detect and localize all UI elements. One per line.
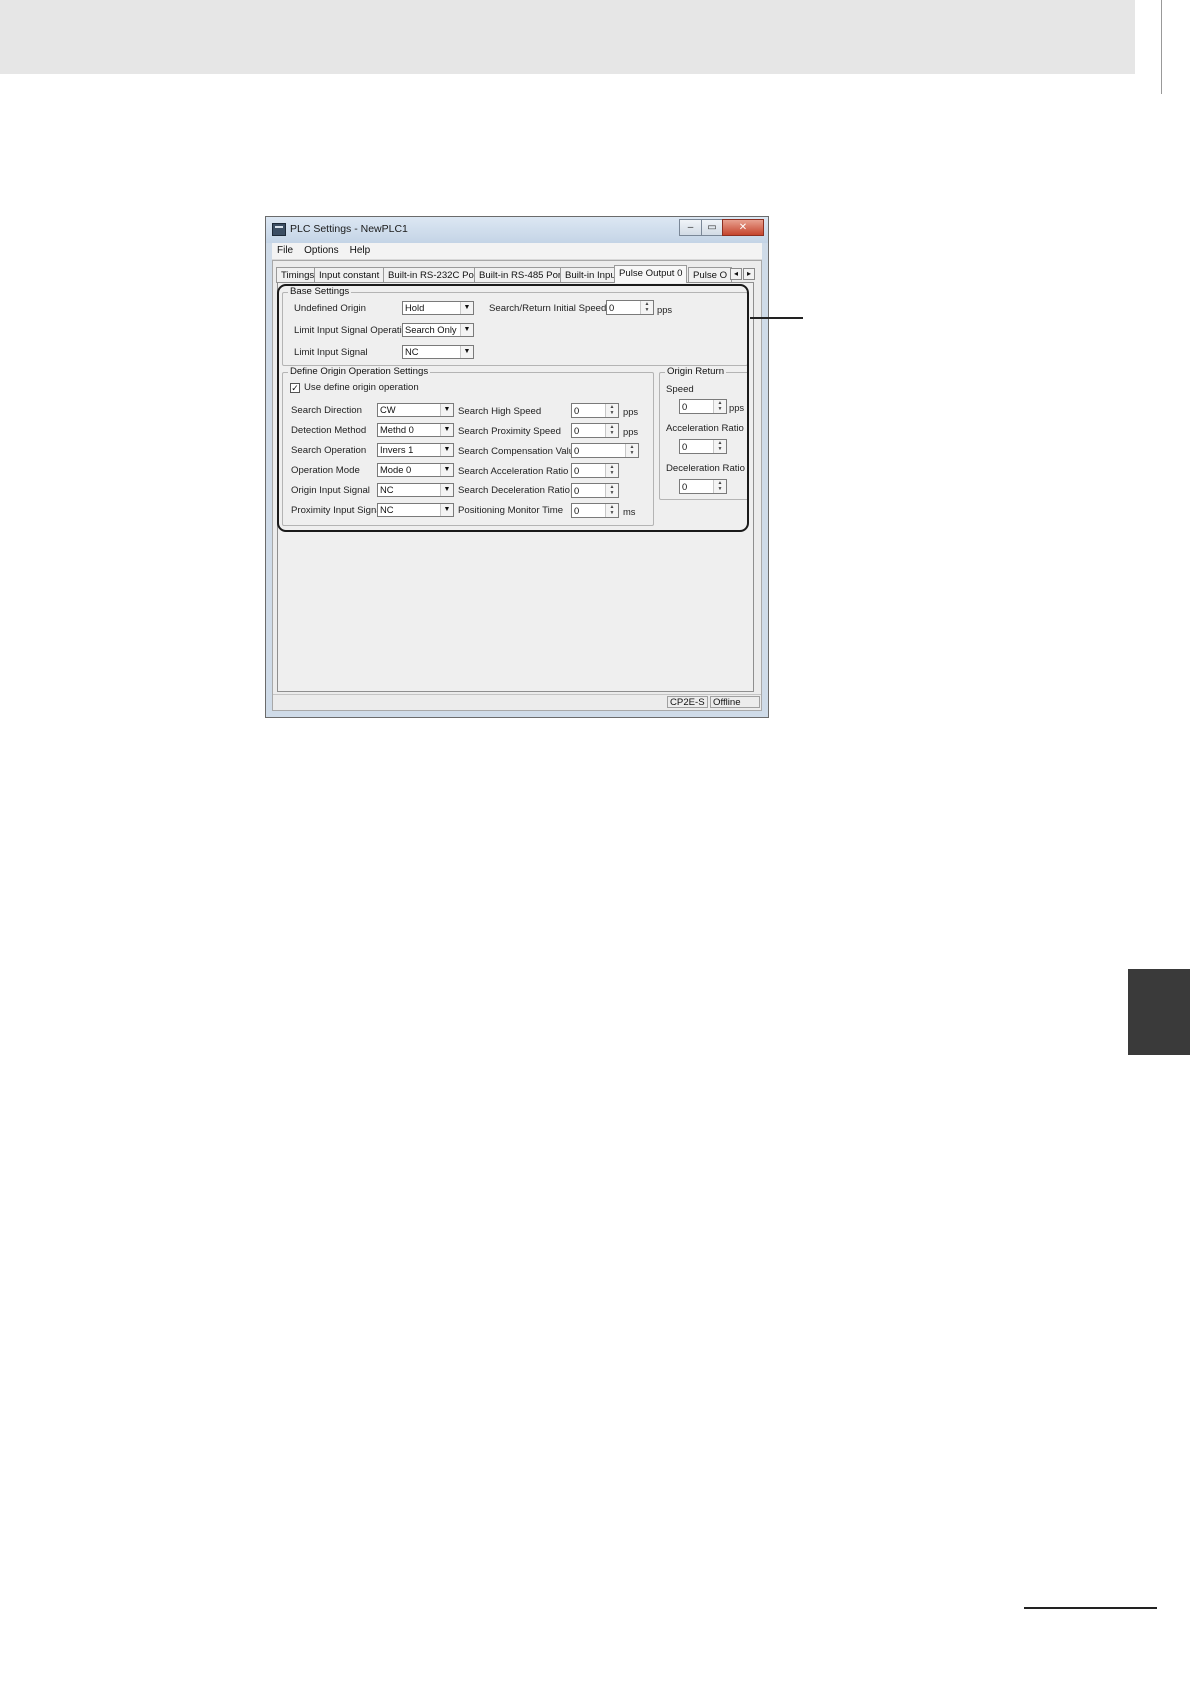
- tab-builtin-rs232c[interactable]: Built-in RS-232C Port: [383, 267, 485, 283]
- status-bar: CP2E-S Offline: [273, 694, 761, 710]
- menu-help[interactable]: Help: [345, 243, 377, 256]
- minimize-button[interactable]: –: [679, 219, 702, 236]
- status-plc-model: CP2E-S: [667, 696, 708, 708]
- tab-scroll-right-icon[interactable]: ▸: [743, 268, 755, 280]
- status-connection: Offline: [710, 696, 760, 708]
- tab-pulse-output-1[interactable]: Pulse O: [688, 267, 733, 283]
- tab-strip: Timings Input constant Built-in RS-232C …: [276, 265, 758, 283]
- tab-pulse-output-0[interactable]: Pulse Output 0: [614, 265, 688, 283]
- tab-scroll-left-icon[interactable]: ◂: [730, 268, 742, 280]
- maximize-button[interactable]: ▭: [701, 219, 723, 236]
- menu-bar: File Options Help: [272, 243, 762, 260]
- tab-input-constant[interactable]: Input constant: [314, 267, 385, 283]
- plc-app-icon: [272, 223, 286, 236]
- crop-mark: [1161, 0, 1162, 94]
- footer-rule: [1024, 1607, 1157, 1609]
- title-bar[interactable]: PLC Settings - NewPLC1 – ▭ ✕: [266, 217, 768, 243]
- tab-builtin-rs485[interactable]: Built-in RS-485 Port: [474, 267, 569, 283]
- callout-leader-line: [750, 317, 803, 319]
- callout-frame: [277, 284, 749, 532]
- section-side-tab: [1128, 969, 1190, 1055]
- tab-timings[interactable]: Timings: [276, 267, 320, 283]
- page-header-band: [0, 0, 1135, 74]
- menu-file[interactable]: File: [272, 243, 299, 256]
- menu-options[interactable]: Options: [299, 243, 344, 256]
- close-button[interactable]: ✕: [722, 219, 764, 236]
- window-title: PLC Settings - NewPLC1: [290, 223, 408, 235]
